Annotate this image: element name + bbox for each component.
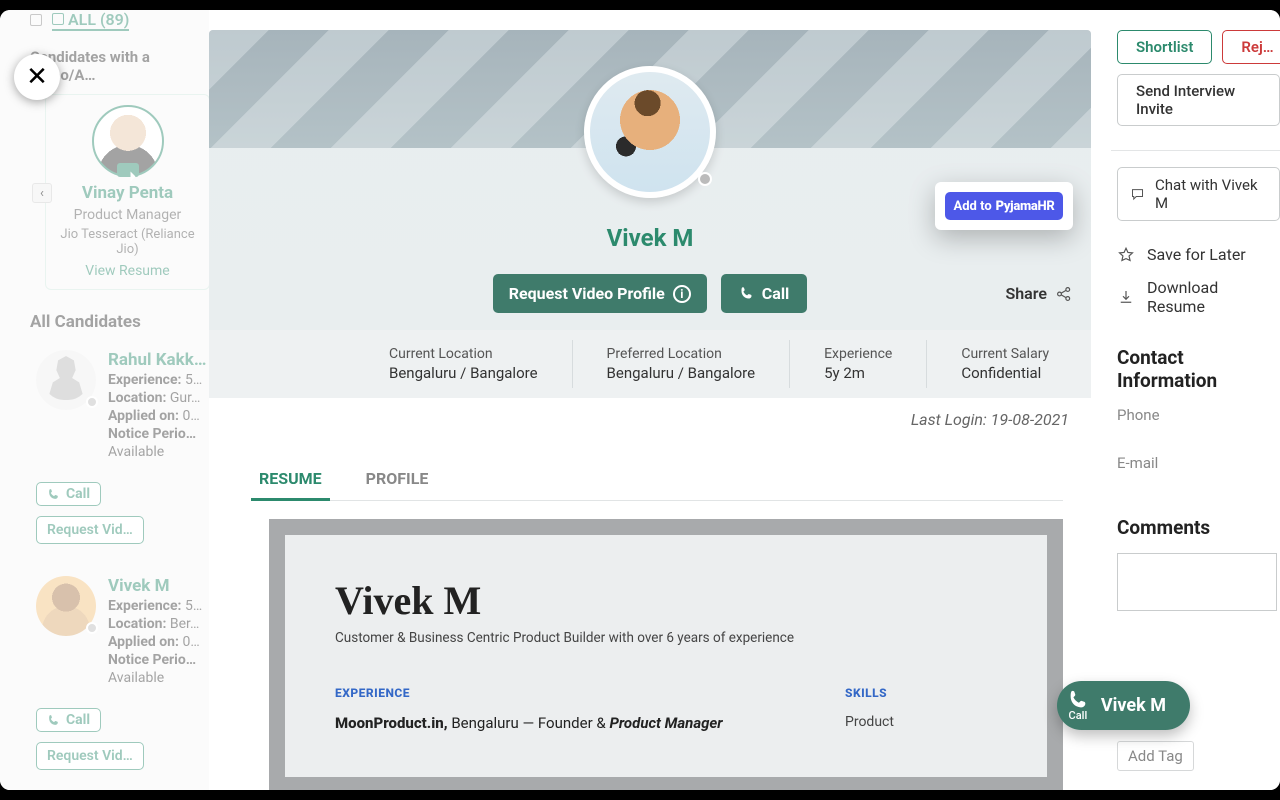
extension-highlight: Add to PyjamaHR <box>935 182 1073 230</box>
phone-icon <box>47 714 60 727</box>
candidate-profile-modal: Vivek M Request Video Profile i Call Sha… <box>209 10 1280 790</box>
presence-dot <box>698 172 712 186</box>
candidate-row[interactable]: Vivek M Experience: 5… Location: Ber… Ap… <box>0 566 210 774</box>
resume-section-skills: SKILLS <box>845 686 997 700</box>
phone-icon <box>739 286 754 301</box>
view-resume-link[interactable]: View Resume <box>54 263 201 279</box>
tab-all-checkbox-icon <box>52 13 64 25</box>
save-for-later-button[interactable]: Save for Later <box>1117 245 1280 264</box>
phone-label: Phone <box>1117 406 1280 424</box>
resume-viewer[interactable]: Vivek M Customer & Business Centric Prod… <box>269 519 1063 790</box>
phone-icon <box>47 488 60 501</box>
chat-icon <box>1130 186 1145 202</box>
share-button[interactable]: Share <box>1005 284 1073 303</box>
featured-avatar <box>92 105 164 177</box>
resume-name: Vivek M <box>335 577 997 624</box>
featured-name: Vinay Penta <box>54 183 201 203</box>
tab-profile[interactable]: PROFILE <box>364 461 431 500</box>
meta-preferred-location: Preferred Location Bengaluru / Bangalore <box>573 340 791 388</box>
divider <box>1111 150 1280 151</box>
close-icon: ✕ <box>26 62 48 92</box>
download-icon <box>1117 288 1135 306</box>
featured-role: Product Manager <box>54 207 201 223</box>
candidate-row[interactable]: Rahul Kakk… Experience: 5… Location: Gur… <box>0 340 210 548</box>
presence-dot <box>86 396 98 408</box>
meta-current-location: Current Location Bengaluru / Bangalore <box>209 340 573 388</box>
chat-button[interactable]: Chat with Vivek M <box>1117 167 1280 221</box>
list-tabs: ALL (89) <box>0 10 210 30</box>
call-button[interactable]: Call <box>721 274 808 313</box>
select-all-checkbox[interactable] <box>30 14 42 26</box>
send-interview-invite-button[interactable]: Send Interview Invite <box>1117 74 1280 126</box>
featured-company: Jio Tesseract (Reliance Jio) <box>54 227 201 257</box>
add-to-pyjamahr-button[interactable]: Add to PyjamaHR <box>945 192 1063 220</box>
profile-right-rail: Shortlist Rej… Send Interview Invite Cha… <box>1111 10 1280 790</box>
meta-experience: Experience 5y 2m <box>790 340 927 388</box>
call-button[interactable]: Call <box>36 482 101 506</box>
carousel-prev-button[interactable]: ‹ <box>32 183 52 203</box>
request-video-profile-button[interactable]: Request Video Profile i <box>493 274 707 313</box>
resume-tagline: Customer & Business Centric Product Buil… <box>335 630 997 646</box>
call-pill-name: Vivek M <box>1101 695 1166 716</box>
candidate-list-panel: ALL (89) Candidates with a Video/A… ‹ Vi… <box>0 10 210 790</box>
star-icon <box>1117 246 1135 264</box>
candidate-name: Rahul Kakk… <box>108 350 206 370</box>
add-tag-input[interactable]: Add Tag <box>1117 741 1194 771</box>
resume-experience-entry: MoonProduct.in, Bengaluru — Founder & Pr… <box>335 714 765 733</box>
comments-heading: Comments <box>1117 516 1280 539</box>
avatar-placeholder <box>36 350 96 410</box>
request-video-button[interactable]: Request Vid… <box>36 742 144 770</box>
request-video-button[interactable]: Request Vid… <box>36 516 144 544</box>
tab-all[interactable]: ALL (89) <box>52 10 129 31</box>
email-label: E-mail <box>1117 454 1280 472</box>
profile-meta-row: Current Location Bengaluru / Bangalore P… <box>209 330 1091 398</box>
info-icon: i <box>673 285 691 303</box>
call-button[interactable]: Call <box>36 708 101 732</box>
profile-tabs: RESUME PROFILE <box>257 461 1063 501</box>
play-icon <box>130 172 135 182</box>
tab-all-label: ALL (89) <box>68 10 129 29</box>
resume-skill-item: Product <box>845 714 997 730</box>
comments-input[interactable] <box>1117 553 1277 611</box>
download-resume-button[interactable]: Download Resume <box>1117 278 1280 316</box>
shortlist-button[interactable]: Shortlist <box>1117 30 1212 64</box>
profile-avatar <box>584 66 716 198</box>
tab-resume[interactable]: RESUME <box>257 461 324 500</box>
resume-section-experience: EXPERIENCE <box>335 686 765 700</box>
presence-dot <box>86 622 98 634</box>
meta-salary: Current Salary Confidential <box>927 340 1083 388</box>
featured-candidate-card[interactable]: ‹ Vinay Penta Product Manager Jio Tesser… <box>45 94 210 290</box>
contact-info-heading: Contact Information <box>1117 346 1280 392</box>
close-button[interactable]: ✕ <box>14 54 60 100</box>
avatar <box>36 576 96 636</box>
all-candidates-heading: All Candidates <box>0 290 210 340</box>
resume-document: Vivek M Customer & Business Centric Prod… <box>285 535 1047 777</box>
reject-button[interactable]: Rej… <box>1222 30 1280 64</box>
phone-icon: Call <box>1067 689 1089 722</box>
profile-hero: Vivek M Request Video Profile i Call Sha… <box>209 30 1091 330</box>
share-icon <box>1055 285 1073 303</box>
last-login: Last Login: 19-08-2021 <box>209 410 1091 449</box>
candidate-name: Vivek M <box>108 576 202 596</box>
pyjamahr-logo: PyjamaHR <box>996 199 1055 214</box>
floating-call-button[interactable]: Call Vivek M <box>1057 681 1190 730</box>
